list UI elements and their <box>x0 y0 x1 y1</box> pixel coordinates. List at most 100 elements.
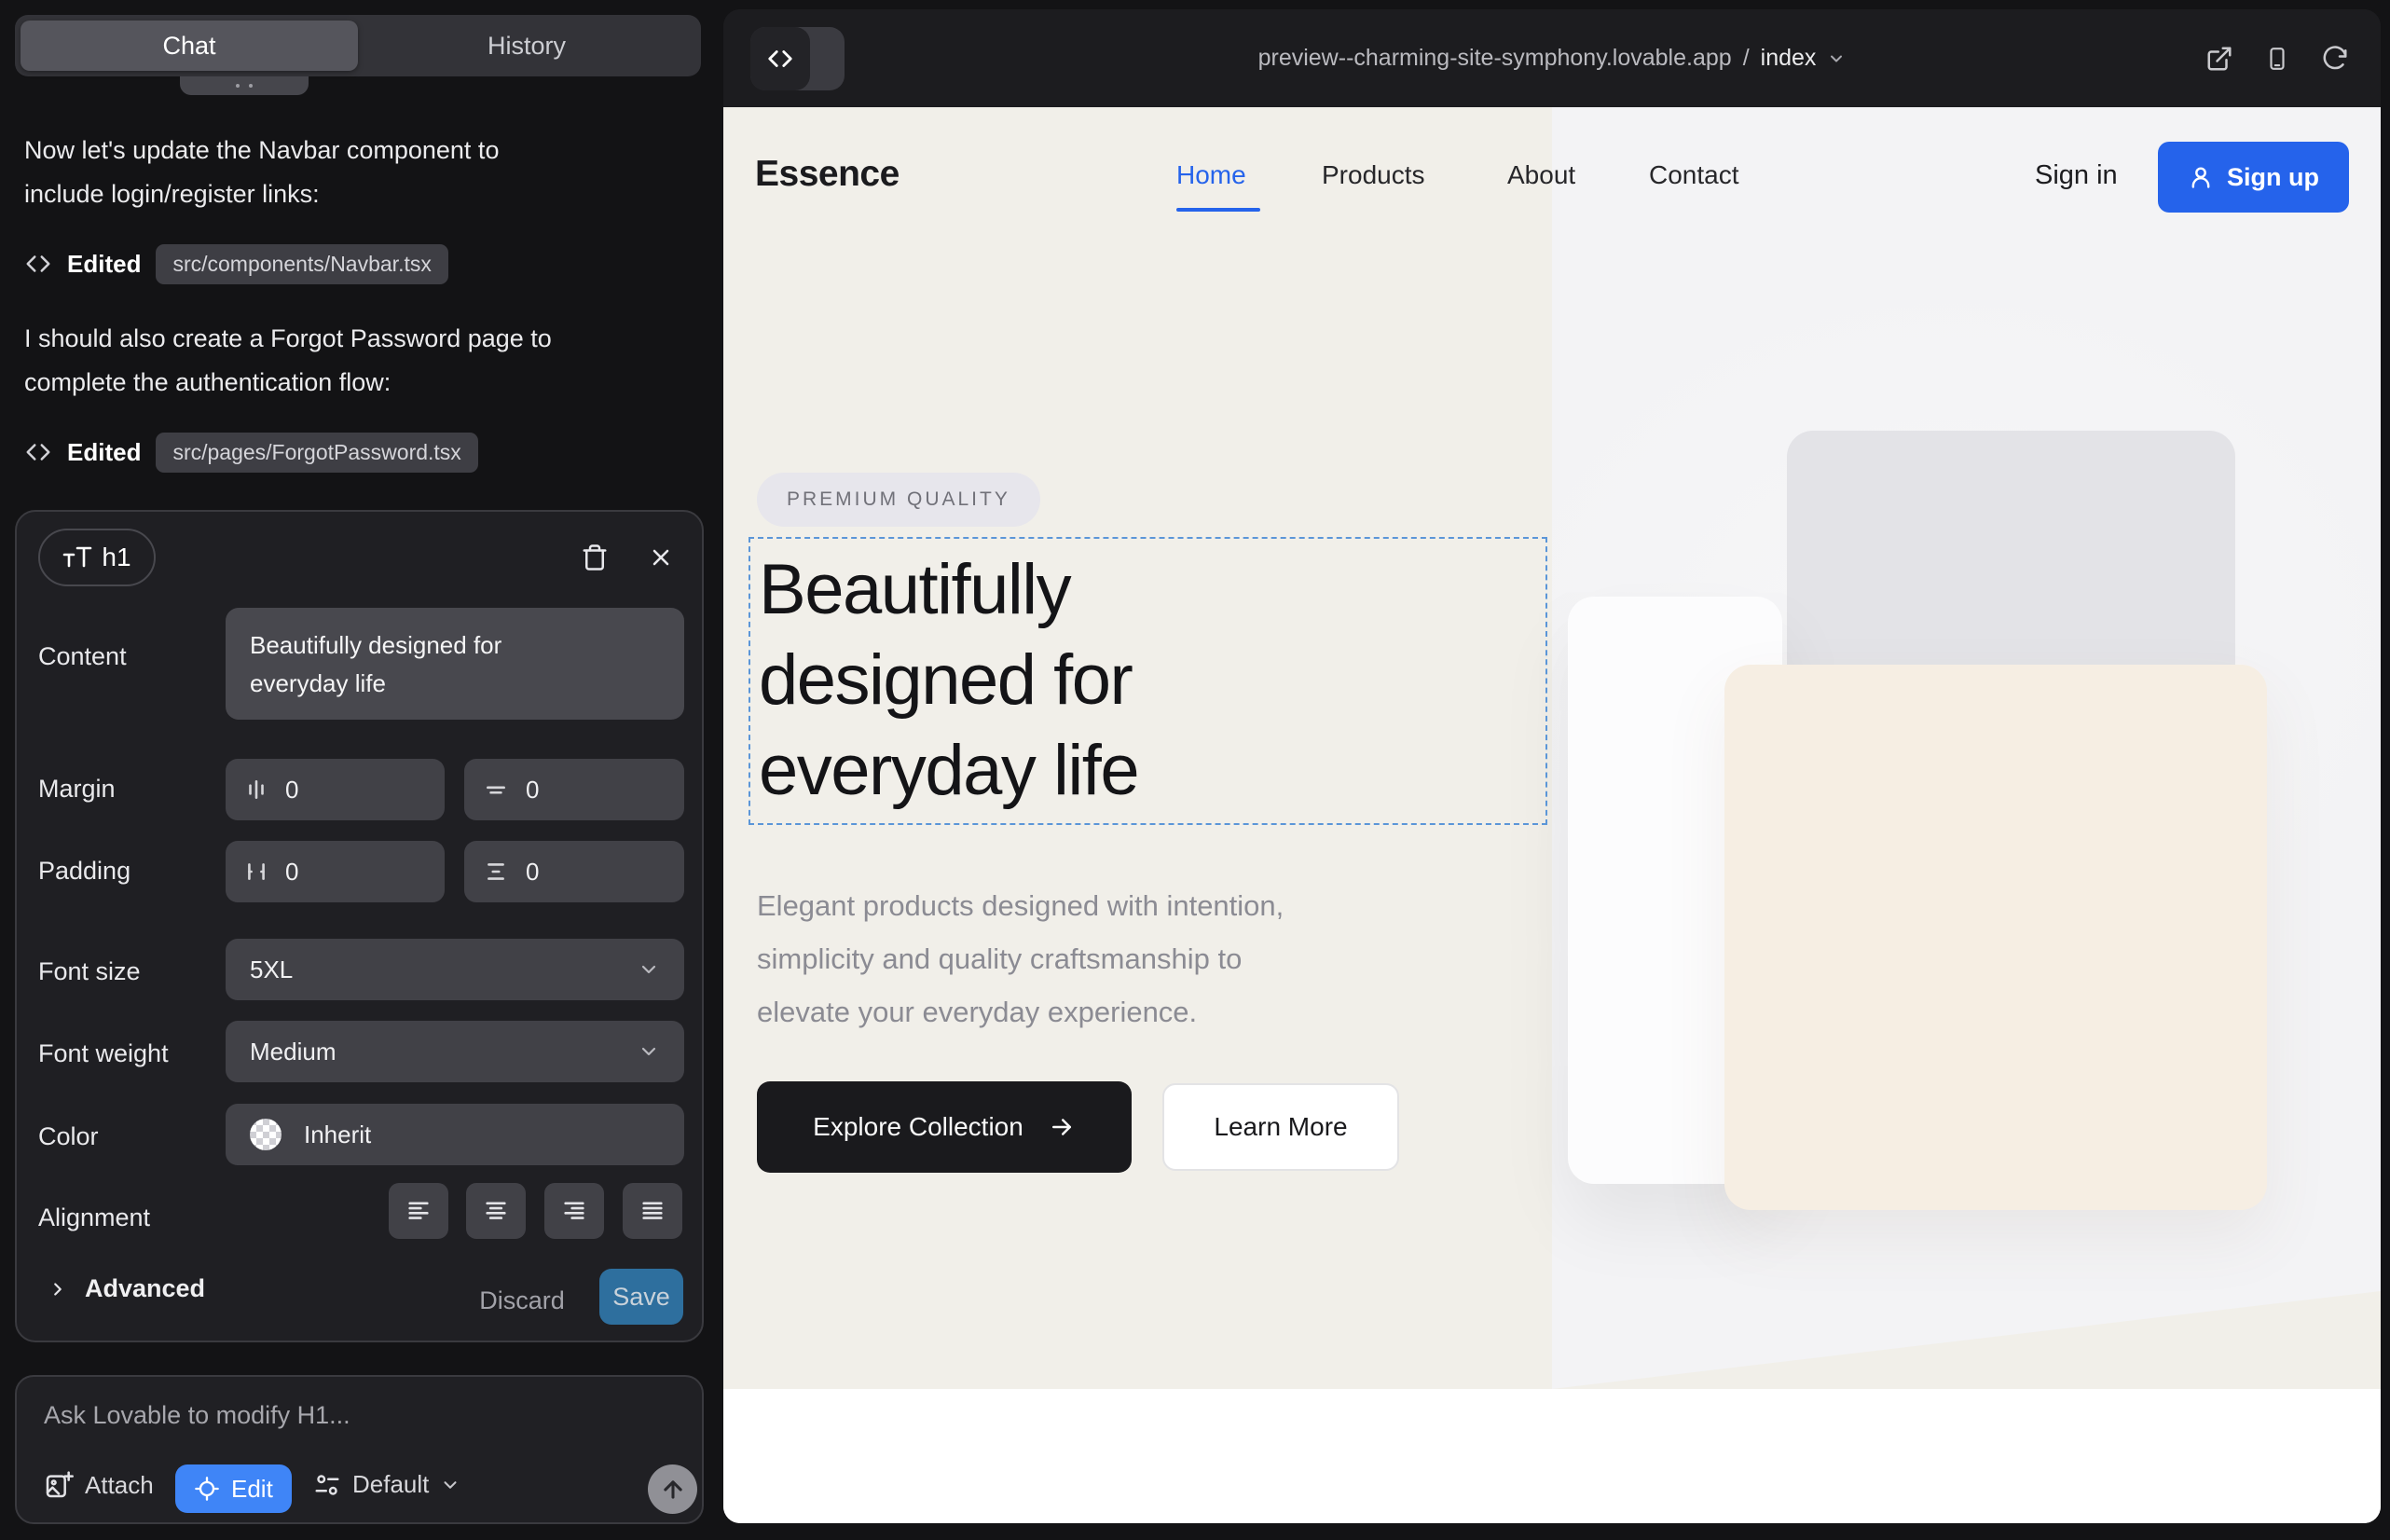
align-right-button[interactable] <box>544 1183 604 1239</box>
preview-url: preview--charming-site-symphony.lovable.… <box>1258 45 1732 72</box>
margin-vertical-icon <box>483 777 509 802</box>
code-icon <box>766 45 794 73</box>
edit-mode-button[interactable]: Edit <box>175 1464 292 1513</box>
premium-quality-badge: PREMIUM QUALITY <box>757 473 1040 527</box>
edited-label: Edited <box>67 250 141 279</box>
preview-actions <box>2205 9 2349 107</box>
font-weight-select[interactable]: Medium <box>226 1021 684 1082</box>
margin-x-input[interactable]: 0 <box>226 759 445 820</box>
margin-label: Margin <box>38 775 116 804</box>
next-section-background <box>723 1389 2381 1523</box>
content-label: Content <box>38 642 127 671</box>
sign-in-link[interactable]: Sign in <box>2035 160 2118 191</box>
hero-card-beige <box>1724 665 2267 1210</box>
align-justify-icon <box>639 1198 666 1224</box>
model-mode-select[interactable]: Default <box>313 1470 460 1499</box>
learn-more-button[interactable]: Learn More <box>1162 1083 1399 1171</box>
padding-x-input[interactable]: 0 <box>226 841 445 902</box>
close-editor-button[interactable] <box>640 537 681 578</box>
chat-composer: Ask Lovable to modify H1... Attach Edit … <box>15 1375 704 1524</box>
tab-history[interactable]: History <box>358 21 695 71</box>
save-button[interactable]: Save <box>599 1269 683 1325</box>
chat-message: Now let's update the Navbar component to… <box>24 129 499 216</box>
hero-paragraph: Elegant products designed with intention… <box>757 879 1284 1038</box>
code-icon <box>24 438 52 466</box>
sign-up-button[interactable]: Sign up <box>2158 142 2349 213</box>
padding-y-input[interactable]: 0 <box>464 841 684 902</box>
hero-diagonal-wedge <box>1552 1291 2381 1389</box>
code-view-segment[interactable] <box>750 27 810 90</box>
font-size-select[interactable]: 5XL <box>226 939 684 1000</box>
chevron-right-icon <box>48 1279 68 1299</box>
edited-file-row: Edited src/components/Navbar.tsx <box>24 242 448 285</box>
chevron-down-icon <box>440 1475 460 1495</box>
text-size-icon <box>62 545 92 570</box>
preview-route: index <box>1761 45 1817 72</box>
selected-element-tag: h1 <box>38 529 156 586</box>
mobile-view-icon[interactable] <box>2265 44 2289 74</box>
discard-button[interactable]: Discard <box>471 1274 573 1327</box>
margin-y-input[interactable]: 0 <box>464 759 684 820</box>
chat-history-tabbar: Chat History <box>15 15 701 76</box>
align-justify-button[interactable] <box>623 1183 682 1239</box>
close-icon <box>648 544 674 571</box>
selected-h1-element[interactable]: Beautifully designed for everyday life <box>749 537 1547 825</box>
open-external-icon[interactable] <box>2205 45 2233 73</box>
lovable-app-window: Chat History Now let's update the Navbar… <box>0 0 2390 1540</box>
alignment-label: Alignment <box>38 1203 150 1232</box>
padding-vertical-icon <box>483 859 509 884</box>
chevron-down-icon <box>638 958 660 981</box>
nav-link-contact[interactable]: Contact <box>1649 160 1739 190</box>
align-left-button[interactable] <box>389 1183 448 1239</box>
tag-name: h1 <box>102 543 130 572</box>
chevron-down-icon <box>1827 49 1846 68</box>
chevron-down-icon <box>638 1040 660 1063</box>
content-textarea[interactable]: Beautifully designed for everyday life <box>226 608 684 720</box>
edited-file-row: Edited src/pages/ForgotPassword.tsx <box>24 431 478 474</box>
chat-message: I should also create a Forgot Password p… <box>24 317 552 405</box>
preview-topbar: preview--charming-site-symphony.lovable.… <box>723 9 2381 107</box>
attach-image-icon <box>44 1470 74 1500</box>
align-center-icon <box>482 1198 510 1224</box>
file-chip[interactable]: src/components/Navbar.tsx <box>156 244 447 284</box>
color-label: Color <box>38 1122 99 1151</box>
explore-collection-button[interactable]: Explore Collection <box>757 1081 1132 1173</box>
element-editor-panel: h1 Content Beautifully designed for ever… <box>15 510 704 1342</box>
font-size-label: Font size <box>38 957 141 986</box>
arrow-right-icon <box>1048 1113 1076 1141</box>
font-weight-label: Font weight <box>38 1039 169 1068</box>
align-center-button[interactable] <box>466 1183 526 1239</box>
preview-url-bar[interactable]: preview--charming-site-symphony.lovable.… <box>723 9 2381 107</box>
site-viewport: Essence Home Products About Contact Sign… <box>723 107 2381 1523</box>
edited-label: Edited <box>67 438 141 467</box>
site-logo[interactable]: Essence <box>755 154 900 195</box>
url-separator: / <box>1743 45 1750 72</box>
margin-horizontal-icon <box>244 777 268 803</box>
target-icon <box>194 1476 220 1502</box>
delete-element-button[interactable] <box>574 537 615 578</box>
nav-link-home[interactable]: Home <box>1176 160 1246 190</box>
align-right-icon <box>560 1198 588 1224</box>
code-preview-toggle[interactable] <box>750 27 845 90</box>
trash-icon <box>581 543 609 572</box>
composer-input[interactable]: Ask Lovable to modify H1... <box>44 1401 350 1430</box>
padding-horizontal-icon <box>244 859 268 885</box>
file-chip[interactable]: src/pages/ForgotPassword.tsx <box>156 433 477 473</box>
attach-button[interactable]: Attach <box>44 1470 154 1500</box>
user-icon <box>2188 164 2214 190</box>
code-icon <box>24 250 52 278</box>
advanced-toggle[interactable]: Advanced <box>48 1274 205 1303</box>
arrow-up-icon <box>660 1477 686 1503</box>
color-swatch-transparent <box>250 1119 282 1150</box>
nav-link-about[interactable]: About <box>1507 160 1575 190</box>
align-left-icon <box>405 1198 433 1224</box>
hero-heading: Beautifully designed for everyday life <box>750 539 1545 816</box>
preview-frame: preview--charming-site-symphony.lovable.… <box>723 9 2381 1523</box>
padding-label: Padding <box>38 857 130 886</box>
send-button[interactable] <box>648 1464 697 1514</box>
nav-link-products[interactable]: Products <box>1322 160 1425 190</box>
active-nav-underline <box>1176 208 1260 212</box>
tab-chat[interactable]: Chat <box>21 21 358 71</box>
refresh-icon[interactable] <box>2321 45 2349 73</box>
color-field[interactable]: Inherit <box>226 1104 684 1165</box>
